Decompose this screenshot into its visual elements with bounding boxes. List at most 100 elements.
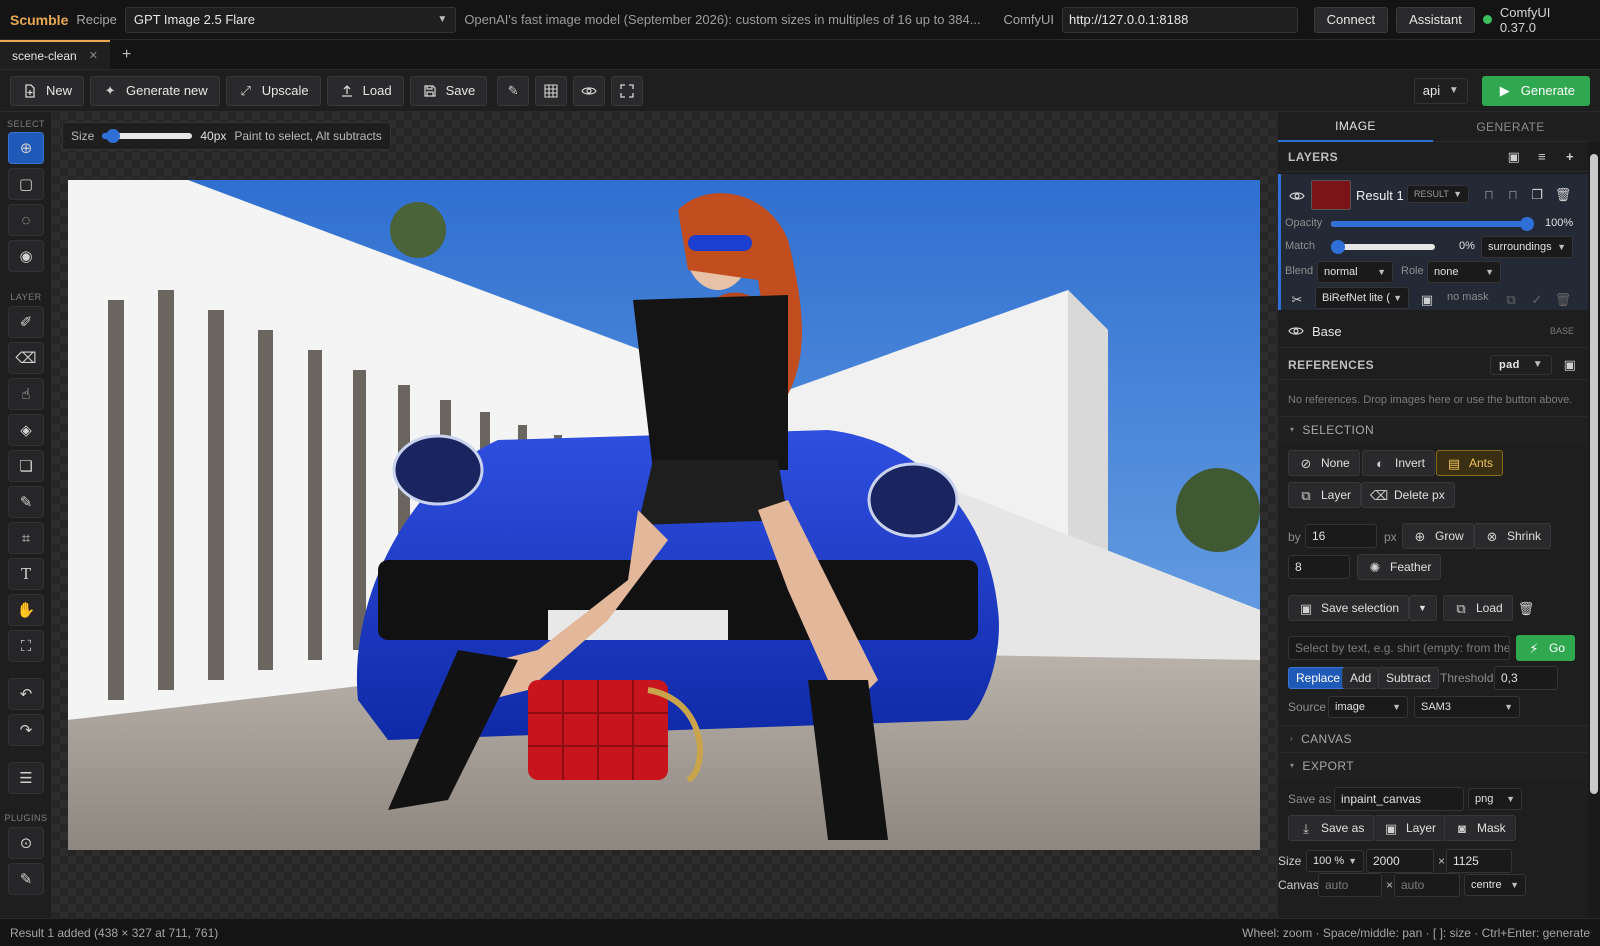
fill-tool[interactable]: ◈ — [8, 414, 44, 446]
sliders-icon[interactable]: ≡ — [1534, 149, 1550, 165]
canvas-area[interactable]: Size 40px Paint to select, Alt subtracts — [52, 112, 1277, 918]
pen-tool[interactable]: ✎ — [8, 486, 44, 518]
mode-add[interactable]: Add — [1342, 667, 1380, 689]
server-url-input[interactable] — [1062, 6, 1298, 33]
layer-result-1[interactable]: Result 1 RESULT ▼ ⊓ ⊓ ❐ 🗑 Opacity 100% Ma… — [1278, 174, 1588, 310]
layer-base[interactable]: Base BASE — [1278, 314, 1588, 348]
add-tab-button[interactable]: + — [110, 40, 143, 69]
upscale-button[interactable]: ⤢ Upscale — [225, 75, 321, 106]
export-layer-button[interactable]: ▣ Layer — [1373, 815, 1447, 841]
smudge-tool[interactable]: ☝ — [8, 378, 44, 410]
match-thumb[interactable] — [1331, 240, 1345, 254]
references-mode-select[interactable]: pad ▼ — [1490, 354, 1552, 375]
grow-amount-input[interactable]: 16 — [1305, 524, 1377, 548]
save-selection-button[interactable]: ▣ Save selection — [1288, 595, 1410, 621]
lock-alpha-icon[interactable]: ⊓ — [1505, 186, 1521, 202]
recipe-select[interactable]: GPT Image 2.5 Flare ▼ — [124, 6, 457, 33]
grid-toggle-button[interactable] — [535, 75, 568, 106]
mode-subtract[interactable]: Subtract — [1378, 667, 1439, 689]
feather-button[interactable]: ✺ Feather — [1357, 554, 1442, 580]
load-selection-button[interactable]: ⧉ Load — [1443, 595, 1513, 621]
export-section-header[interactable]: ▾ EXPORT — [1278, 752, 1588, 778]
selection-to-layer-button[interactable]: ⧉ Layer — [1288, 482, 1362, 508]
match-mode-select[interactable]: surroundings ▼ — [1481, 236, 1573, 258]
load-button[interactable]: Load — [326, 75, 404, 106]
brush-size-thumb[interactable] — [106, 129, 121, 143]
eraser-tool[interactable]: ⌫ — [8, 342, 44, 374]
lock-icon[interactable]: ⊓ — [1481, 186, 1497, 202]
generate-new-button[interactable]: ✦ Generate new — [90, 75, 220, 106]
point-select-tool[interactable]: ◉ — [8, 240, 44, 272]
duplicate-icon[interactable]: ❐ — [1529, 186, 1545, 202]
brush-size-slider[interactable] — [102, 129, 193, 143]
export-filename-input[interactable]: inpaint_canvas — [1334, 787, 1464, 811]
export-height-input[interactable]: 1125 — [1446, 849, 1512, 873]
canvas-image[interactable] — [68, 180, 1260, 850]
blend-select[interactable]: normal ▼ — [1317, 261, 1393, 283]
eye-icon[interactable] — [1289, 188, 1305, 204]
clone-tool[interactable]: ❏ — [8, 450, 44, 482]
image-add-icon[interactable]: ▣ — [1562, 357, 1578, 373]
segmenter-select[interactable]: BiRefNet lite (▼ — [1315, 287, 1409, 309]
threshold-input[interactable]: 0,3 — [1494, 666, 1558, 690]
mask-icon[interactable]: ▣ — [1419, 291, 1435, 307]
transform-tool[interactable]: ⛶ — [8, 630, 44, 662]
canvas-width-input[interactable]: auto — [1318, 873, 1382, 897]
plus-icon[interactable]: + — [1562, 149, 1578, 165]
select-by-text-input[interactable]: Select by text, e.g. shirt (empty: from … — [1288, 636, 1510, 660]
invert-selection-button[interactable]: ◐ Invert — [1362, 450, 1436, 476]
role-select[interactable]: none ▼ — [1427, 261, 1501, 283]
opacity-thumb[interactable] — [1520, 217, 1534, 231]
lasso-tool[interactable]: ◌ — [8, 204, 44, 236]
select-none-button[interactable]: ⊘ None — [1288, 450, 1360, 476]
export-width-input[interactable]: 2000 — [1366, 849, 1434, 873]
assistant-button[interactable]: Assistant — [1396, 6, 1475, 33]
scrollbar-thumb[interactable] — [1590, 154, 1598, 794]
opacity-slider[interactable] — [1331, 217, 1534, 231]
layer-role-badge[interactable]: RESULT ▼ — [1407, 185, 1469, 203]
brush-tool[interactable]: ✐ — [8, 306, 44, 338]
check-icon[interactable]: ✓ — [1529, 291, 1545, 307]
plugin-pen-tool[interactable]: ✎ — [8, 863, 44, 895]
marching-ants-toggle[interactable]: ▤ Ants — [1436, 450, 1504, 476]
trash-icon[interactable]: 🗑 — [1518, 600, 1535, 616]
eye-icon[interactable] — [1288, 323, 1304, 339]
tab-image[interactable]: IMAGE — [1278, 112, 1433, 142]
connect-button[interactable]: Connect — [1313, 6, 1389, 33]
rect-select-tool[interactable]: ▢ — [8, 168, 44, 200]
export-mask-button[interactable]: ◙ Mask — [1444, 815, 1516, 841]
undo-button[interactable]: ↶ — [8, 678, 44, 710]
tab-generate[interactable]: GENERATE — [1433, 112, 1588, 142]
shrink-button[interactable]: ⊗ Shrink — [1474, 523, 1552, 549]
export-save-as-button[interactable]: ⤓ Save as — [1288, 815, 1375, 841]
image-add-icon[interactable]: ▣ — [1506, 149, 1522, 165]
mode-select[interactable]: api ▼ — [1413, 77, 1468, 104]
pan-tool[interactable]: ✋ — [8, 594, 44, 626]
delete-pixels-button[interactable]: ⌫ Delete px — [1361, 482, 1455, 508]
canvas-anchor-select[interactable]: centre ▼ — [1464, 874, 1526, 896]
segmentation-model-select[interactable]: SAM3 ▼ — [1414, 696, 1520, 718]
export-format-select[interactable]: png ▼ — [1468, 788, 1522, 810]
preview-toggle-button[interactable] — [573, 75, 606, 106]
canvas-section-header[interactable]: › CANVAS — [1278, 725, 1588, 751]
export-scale-select[interactable]: 100 % ▼ — [1306, 850, 1364, 872]
text-tool[interactable]: T — [8, 558, 44, 590]
layers-button[interactable]: ☰ — [8, 762, 44, 794]
generate-button[interactable]: ▶ Generate — [1481, 75, 1590, 106]
crop-tool[interactable]: ⌗ — [8, 522, 44, 554]
plugin-target-tool[interactable]: ⊙ — [8, 827, 44, 859]
close-icon[interactable]: ✕ — [89, 49, 98, 62]
canvas-height-input[interactable]: auto — [1394, 873, 1460, 897]
selection-section-header[interactable]: ▾ SELECTION — [1278, 416, 1588, 442]
document-tab[interactable]: scene-clean ✕ — [0, 40, 110, 69]
go-button[interactable]: ⚡ Go — [1516, 635, 1576, 661]
match-slider[interactable] — [1331, 240, 1435, 254]
edit-tool-button[interactable]: ✎ — [497, 75, 530, 106]
fullscreen-button[interactable] — [611, 75, 644, 106]
new-button[interactable]: New — [10, 75, 85, 106]
trash-icon[interactable]: 🗑 — [1555, 291, 1572, 307]
saved-selections-dropdown[interactable]: ▼ — [1409, 595, 1437, 621]
feather-amount-input[interactable]: 8 — [1288, 555, 1350, 579]
trash-icon[interactable]: 🗑 — [1555, 186, 1572, 202]
panel-scrollbar[interactable] — [1588, 142, 1600, 918]
